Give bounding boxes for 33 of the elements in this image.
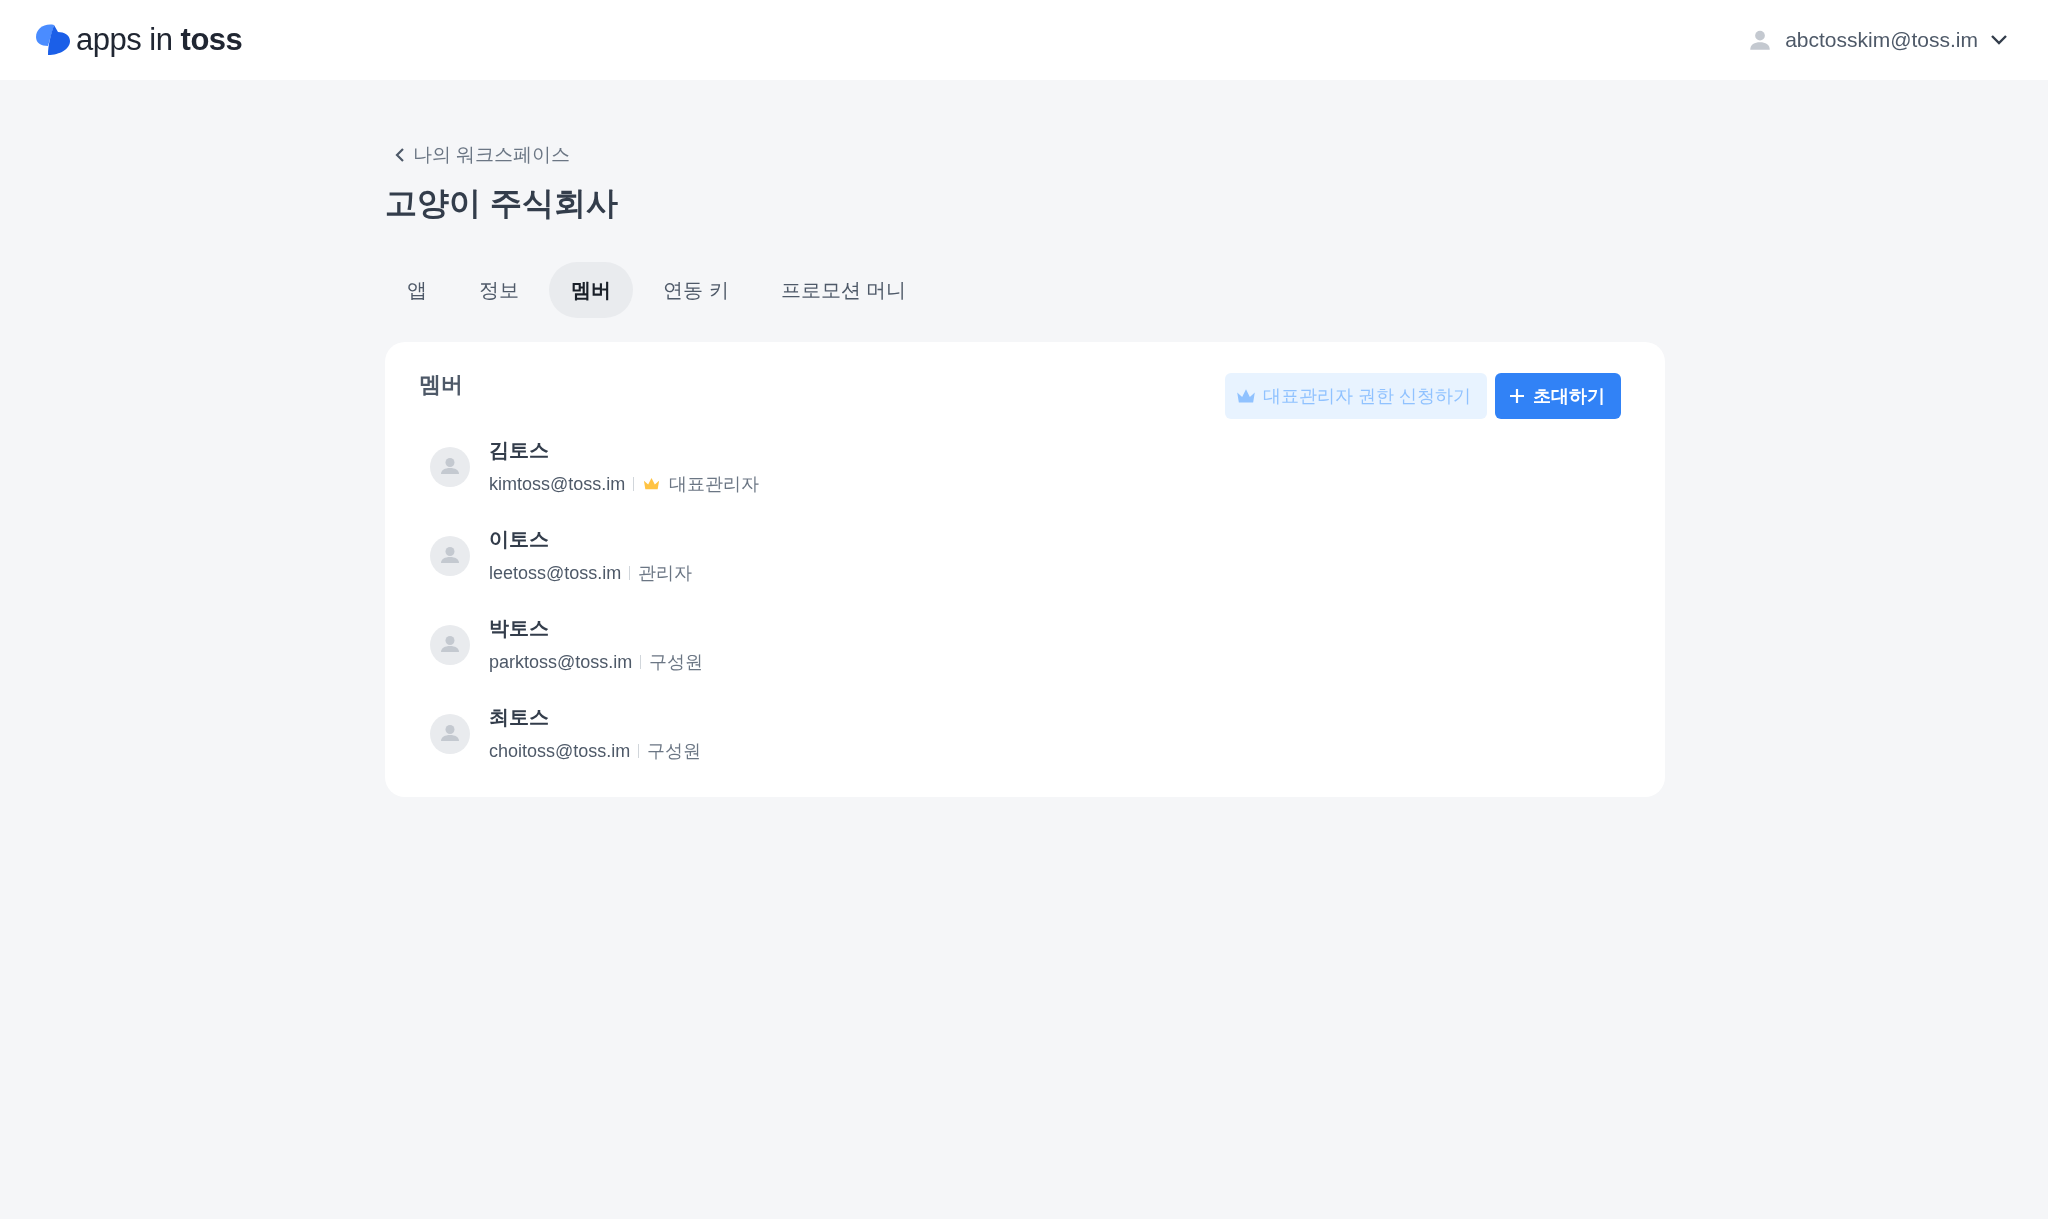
member-name: 이토스 (489, 527, 550, 552)
crown-icon (642, 476, 662, 492)
avatar-icon (430, 713, 470, 754)
avatar-icon (430, 535, 470, 576)
avatar-icon (430, 624, 470, 665)
tab[interactable]: 멤버 (549, 262, 633, 318)
member-role: 구성원 (649, 651, 704, 674)
plus-icon (1509, 388, 1525, 404)
member-email: parktoss@toss.im (489, 651, 633, 673)
chevron-left-icon (395, 147, 405, 163)
back-link[interactable]: 나의 워크스페이스 (395, 142, 571, 168)
member-email: kimtoss@toss.im (489, 473, 626, 495)
tab[interactable]: 프로모션 머니 (758, 262, 929, 318)
account-menu[interactable]: abctosskim@toss.im (1747, 27, 2008, 53)
avatar-icon (430, 446, 470, 487)
member-role: 대표관리자 (669, 473, 760, 496)
member-name: 박토스 (489, 616, 550, 641)
crown-icon (1235, 387, 1257, 405)
member-role: 관리자 (638, 562, 693, 585)
tab[interactable]: 앱 (385, 262, 449, 318)
card-title: 멤버 (419, 371, 463, 399)
tab[interactable]: 연동 키 (641, 262, 751, 318)
tab[interactable]: 정보 (457, 262, 541, 318)
logo-icon (34, 23, 72, 57)
member-email: leetoss@toss.im (489, 562, 622, 584)
chevron-down-icon (1990, 34, 2008, 46)
invite-button[interactable]: 초대하기 (1495, 373, 1621, 419)
member-role: 구성원 (647, 740, 702, 763)
page-title: 고양이 주식회사 (385, 184, 619, 223)
member-name: 최토스 (489, 705, 550, 730)
logo-text: apps in toss (76, 22, 243, 58)
member-name: 김토스 (489, 438, 550, 463)
member-email: choitoss@toss.im (489, 740, 631, 762)
